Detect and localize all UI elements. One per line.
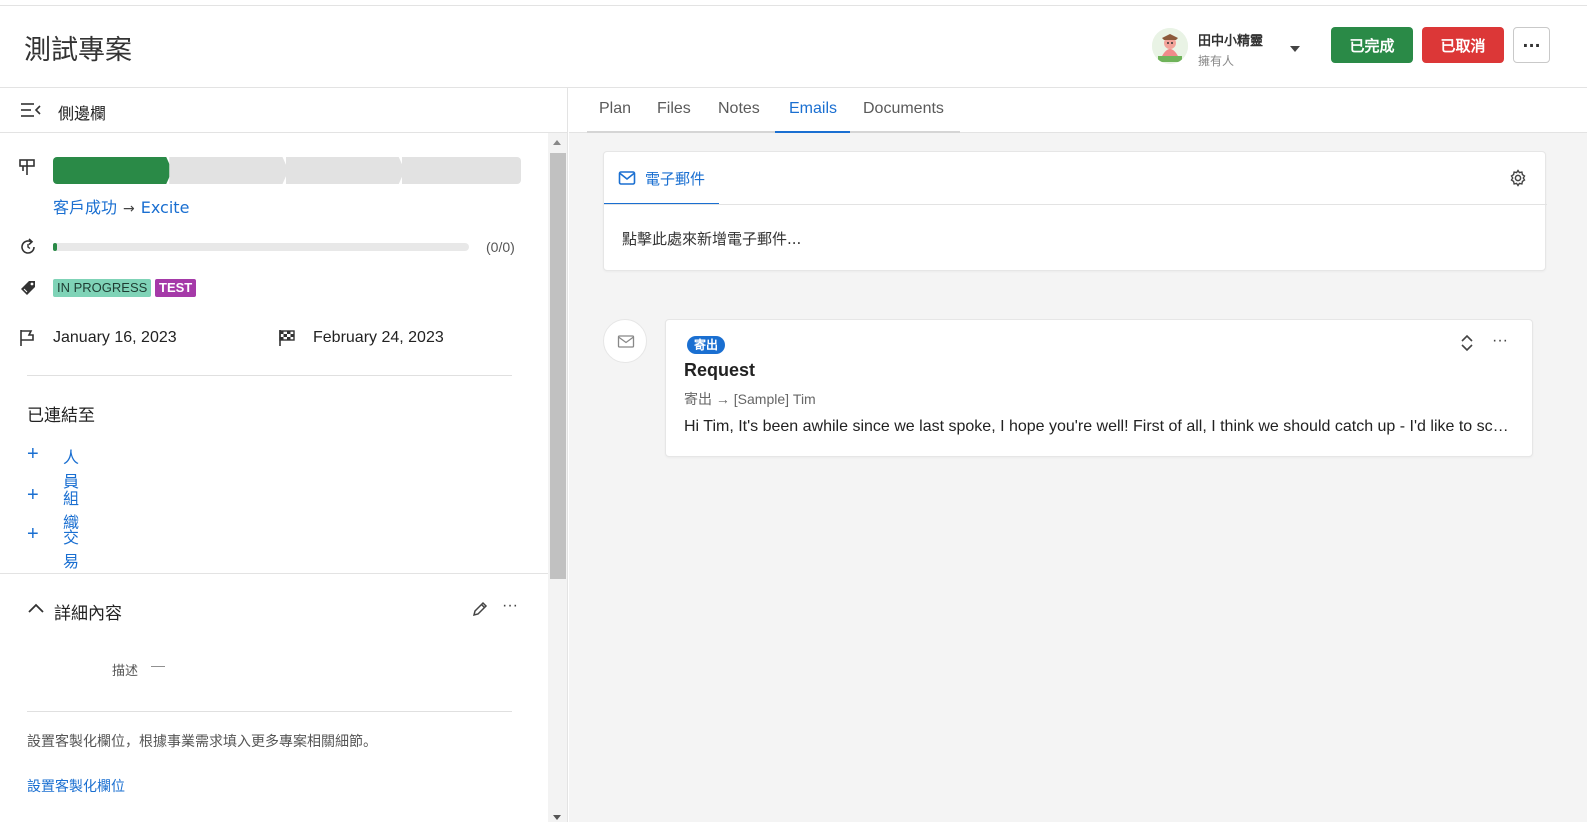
sidebar-title: 側邊欄	[58, 104, 107, 123]
tab-documents[interactable]: Documents	[863, 100, 944, 118]
pencil-icon[interactable]	[471, 600, 489, 618]
description-value[interactable]: —	[151, 657, 165, 673]
connected-section-title: 已連結至	[27, 406, 95, 426]
sidebar-header: 側邊欄	[0, 88, 568, 133]
sidebar-scrollbar[interactable]	[548, 133, 568, 822]
scroll-up-arrow[interactable]	[553, 140, 561, 145]
tab-notes[interactable]: Notes	[718, 100, 760, 118]
gear-icon[interactable]	[1509, 169, 1527, 187]
pipeline-stages[interactable]	[53, 157, 521, 184]
pipeline-stage[interactable]	[53, 157, 172, 184]
details-more-button[interactable]: ···	[502, 597, 518, 615]
timeline-email-marker	[603, 319, 647, 363]
tab-plan[interactable]: Plan	[599, 100, 631, 118]
chevron-down-icon[interactable]	[1290, 46, 1300, 52]
scroll-down-arrow[interactable]	[553, 815, 561, 820]
pipeline-name[interactable]: 客戶成功	[53, 198, 117, 217]
compose-email-input[interactable]: 點擊此處來新增電子郵件...	[622, 228, 801, 249]
email-body-preview[interactable]: Hi Tim, It's been awhile since we last s…	[684, 418, 1510, 436]
add-deal-label[interactable]: 交易	[63, 524, 79, 572]
tag-icon	[18, 278, 38, 298]
arrow-right-icon: →	[123, 201, 135, 217]
stage-name[interactable]: Excite	[141, 198, 190, 217]
compose-email-tab[interactable]: 電子郵件	[604, 152, 719, 205]
page-title: 測試專案	[24, 35, 132, 66]
progress-icon	[18, 237, 38, 257]
plus-icon: +	[27, 443, 39, 465]
email-subject[interactable]: Request	[684, 360, 755, 381]
page-header: 測試專案 田中小精靈 擁有人 已完成 已取消 ···	[0, 6, 1587, 88]
chevron-up-icon[interactable]	[27, 599, 45, 617]
divider	[0, 573, 548, 574]
mark-cancelled-button[interactable]: 已取消	[1422, 27, 1504, 63]
tab-files[interactable]: Files	[657, 100, 691, 118]
description-label: 描述	[112, 664, 139, 679]
owner-selector[interactable]: 田中小精靈 擁有人	[1152, 24, 1312, 70]
plus-icon: +	[27, 523, 39, 545]
email-more-button[interactable]: ···	[1492, 332, 1508, 350]
owner-role: 擁有人	[1198, 54, 1235, 68]
envelope-icon	[618, 170, 636, 186]
status-badge[interactable]: IN PROGRESS	[53, 279, 152, 297]
task-progress-fill	[53, 243, 58, 251]
pipeline-stage[interactable]	[401, 157, 521, 184]
pipeline-breadcrumb[interactable]: 客戶成功 → Excite	[53, 194, 189, 218]
main-content: 電子郵件 點擊此處來新增電子郵件... 寄出 Request 寄出 → [Sam…	[569, 133, 1587, 822]
divider	[27, 711, 512, 712]
mark-done-button[interactable]: 已完成	[1331, 27, 1413, 63]
end-date[interactable]: February 24, 2023	[313, 329, 444, 347]
expand-icon[interactable]	[1459, 333, 1475, 353]
divider	[604, 204, 1547, 205]
divider	[27, 375, 512, 376]
custom-fields-hint: 設置客製化欄位，根據事業需求填入更多專案相關細節。	[27, 734, 377, 750]
sidebar: 客戶成功 → Excite (0/0) IN PROGRESS TEST Janua…	[0, 133, 548, 822]
start-date[interactable]: January 16, 2023	[53, 329, 177, 347]
scrollbar-thumb[interactable]	[550, 153, 566, 579]
start-flag-icon	[18, 328, 38, 348]
email-route: 寄出 → [Sample] Tim	[684, 391, 816, 407]
email-card[interactable]: 寄出 Request 寄出 → [Sample] Tim Hi Tim, It'…	[665, 319, 1533, 457]
custom-fields-link[interactable]: 設置客製化欄位	[27, 776, 125, 796]
finish-flag-icon	[277, 328, 297, 348]
sent-badge: 寄出	[687, 336, 726, 354]
compose-tab-label: 電子郵件	[645, 170, 706, 188]
tab-emails[interactable]: Emails	[789, 100, 837, 118]
pipeline-icon	[18, 158, 38, 178]
owner-name: 田中小精靈	[1198, 34, 1264, 49]
tag-badge[interactable]: TEST	[155, 279, 197, 297]
collapse-sidebar-icon[interactable]	[20, 101, 42, 119]
plus-icon: +	[27, 484, 39, 506]
email-composer: 電子郵件 點擊此處來新增電子郵件...	[603, 151, 1547, 271]
task-progress-count: (0/0)	[486, 239, 515, 255]
task-progress-bar	[53, 243, 469, 251]
details-section-title[interactable]: 詳細內容	[54, 599, 122, 624]
avatar	[1152, 28, 1188, 64]
pipeline-stage[interactable]	[169, 157, 288, 184]
main-tabs: Plan Files Notes Emails Documents	[569, 88, 1587, 133]
header-more-button[interactable]: ···	[1513, 27, 1550, 63]
pipeline-stage[interactable]	[286, 157, 405, 184]
